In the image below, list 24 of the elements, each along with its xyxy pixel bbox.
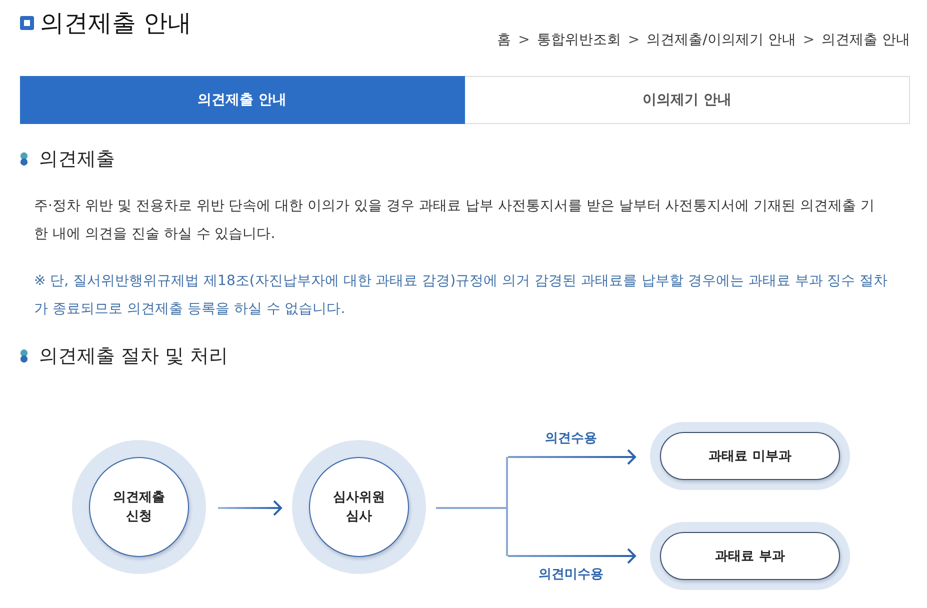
result-label: 과태료 부과 xyxy=(715,548,785,565)
breadcrumb-separator: > xyxy=(628,31,640,50)
breadcrumb-separator: > xyxy=(802,31,815,50)
breadcrumb-link[interactable]: 홈 xyxy=(497,30,512,50)
bullet-icon xyxy=(20,152,28,166)
step-label: 의견제출 신청 xyxy=(113,489,165,526)
breadcrumb-link[interactable]: 통합위반조회 xyxy=(536,30,621,50)
breadcrumb-separator: > xyxy=(518,31,530,50)
bullet-icon xyxy=(20,349,28,363)
body-text: 주·정차 위반 및 전용차로 위반 단속에 대한 이의가 있을 경우 과태료 납부 사전통지서를 받은 날부터 사전통지서에 기재된 의견제출 기한 내에 의견을 진술 하실 수 있습니다. xyxy=(33,197,876,244)
section-heading: 의견제출 xyxy=(39,147,115,172)
tab[interactable]: 의견제출 안내 xyxy=(20,76,465,124)
arrow xyxy=(218,500,282,516)
note-text: ※ 단, 질서위반행위규제법 제18조(자진납부자에 대한 과태료 감경)규정에 의거 감경된 과태료를 납부할 경우에는 과태료 부과 징수 절차가 종료되므로 의견제출 등록을 하실 수 없습니다. xyxy=(33,272,889,319)
breadcrumb-link[interactable]: 의견제출 안내 xyxy=(822,30,910,50)
page-title: 의견제출 안내 xyxy=(40,8,192,39)
breadcrumb-link[interactable]: 의견제출/이의제기 안내 xyxy=(646,30,796,50)
tab[interactable]: 이의제기 안내 xyxy=(465,76,910,124)
square-icon xyxy=(20,16,34,30)
result-label: 과태료 미부과 xyxy=(708,448,792,465)
branch-label: 의견미수용 xyxy=(538,566,604,584)
section-heading: 의견제출 절차 및 처리 xyxy=(39,344,228,369)
branch-label: 의견수용 xyxy=(544,430,598,448)
step-label: 심사위원 심사 xyxy=(333,489,385,526)
